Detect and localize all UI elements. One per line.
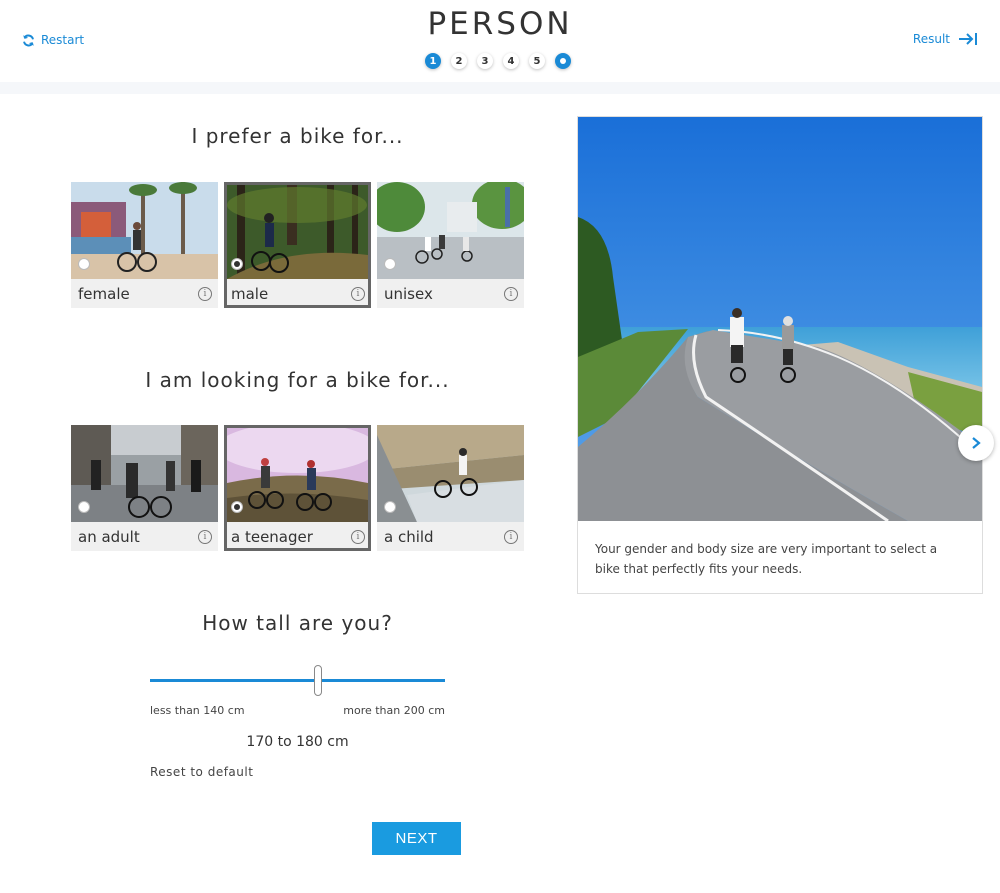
option-male[interactable]: male i (224, 182, 371, 308)
option-label: a teenager (231, 528, 313, 546)
step-2[interactable]: 2 (451, 53, 467, 69)
option-label: a child (384, 528, 434, 546)
slider-value: 170 to 180 cm (246, 734, 349, 750)
step-5[interactable]: 5 (529, 53, 545, 69)
child-photo (377, 425, 524, 522)
option-label: male (231, 285, 269, 303)
step-1[interactable]: 1 (425, 53, 441, 69)
info-icon[interactable]: i (504, 530, 518, 544)
option-unisex[interactable]: unisex i (377, 182, 524, 308)
info-icon[interactable]: i (504, 287, 518, 301)
gender-options: female i male i unisex i (71, 182, 524, 308)
step-final[interactable] (555, 53, 571, 69)
radio-female[interactable] (78, 258, 90, 270)
page-title: PERSON (427, 6, 573, 42)
option-label: unisex (384, 285, 433, 303)
option-adult[interactable]: an adult i (71, 425, 218, 551)
info-icon[interactable]: i (198, 530, 212, 544)
option-child[interactable]: a child i (377, 425, 524, 551)
header-divider (0, 82, 1000, 94)
result-label: Result (912, 32, 950, 46)
option-label: an adult (78, 528, 140, 546)
info-panel: Your gender and body size are very impor… (577, 116, 983, 594)
reset-to-default-link[interactable]: Reset to default (150, 765, 253, 779)
height-heading: How tall are you? (202, 611, 393, 635)
cyclists-photo (578, 117, 982, 521)
adult-photo (71, 425, 218, 522)
radio-male[interactable] (231, 258, 243, 270)
age-heading: I am looking for a bike for... (145, 368, 450, 392)
next-button[interactable]: NEXT (372, 822, 461, 855)
male-photo (227, 185, 368, 279)
gender-heading: I prefer a bike for... (191, 124, 404, 148)
step-3[interactable]: 3 (477, 53, 493, 69)
chevron-right-icon (972, 437, 981, 449)
result-button[interactable]: Result (913, 32, 978, 46)
radio-adult[interactable] (78, 501, 90, 513)
slider-thumb[interactable] (314, 665, 323, 696)
header: Restart PERSON 1 2 3 4 5 Result (0, 0, 1000, 82)
info-icon[interactable]: i (198, 287, 212, 301)
next-photo-button[interactable] (958, 425, 994, 461)
slider-min-label: less than 140 cm (150, 704, 245, 717)
radio-teenager[interactable] (231, 501, 243, 513)
radio-child[interactable] (384, 501, 396, 513)
height-slider[interactable] (150, 665, 445, 696)
info-icon[interactable]: i (351, 287, 365, 301)
slider-track[interactable] (150, 679, 445, 682)
teenager-photo (227, 428, 368, 522)
info-icon[interactable]: i (351, 530, 365, 544)
option-female[interactable]: female i (71, 182, 218, 308)
radio-unisex[interactable] (384, 258, 396, 270)
arrow-to-right-icon (959, 33, 977, 45)
option-label: female (78, 285, 130, 303)
option-teenager[interactable]: a teenager i (224, 425, 371, 551)
slider-max-label: more than 200 cm (343, 704, 445, 717)
age-options: an adult i a teenager i a child i (71, 425, 524, 551)
step-4[interactable]: 4 (503, 53, 519, 69)
unisex-photo (377, 182, 524, 279)
step-indicator: 1 2 3 4 5 (425, 53, 571, 69)
panel-caption: Your gender and body size are very impor… (595, 542, 938, 576)
female-photo (71, 182, 218, 279)
